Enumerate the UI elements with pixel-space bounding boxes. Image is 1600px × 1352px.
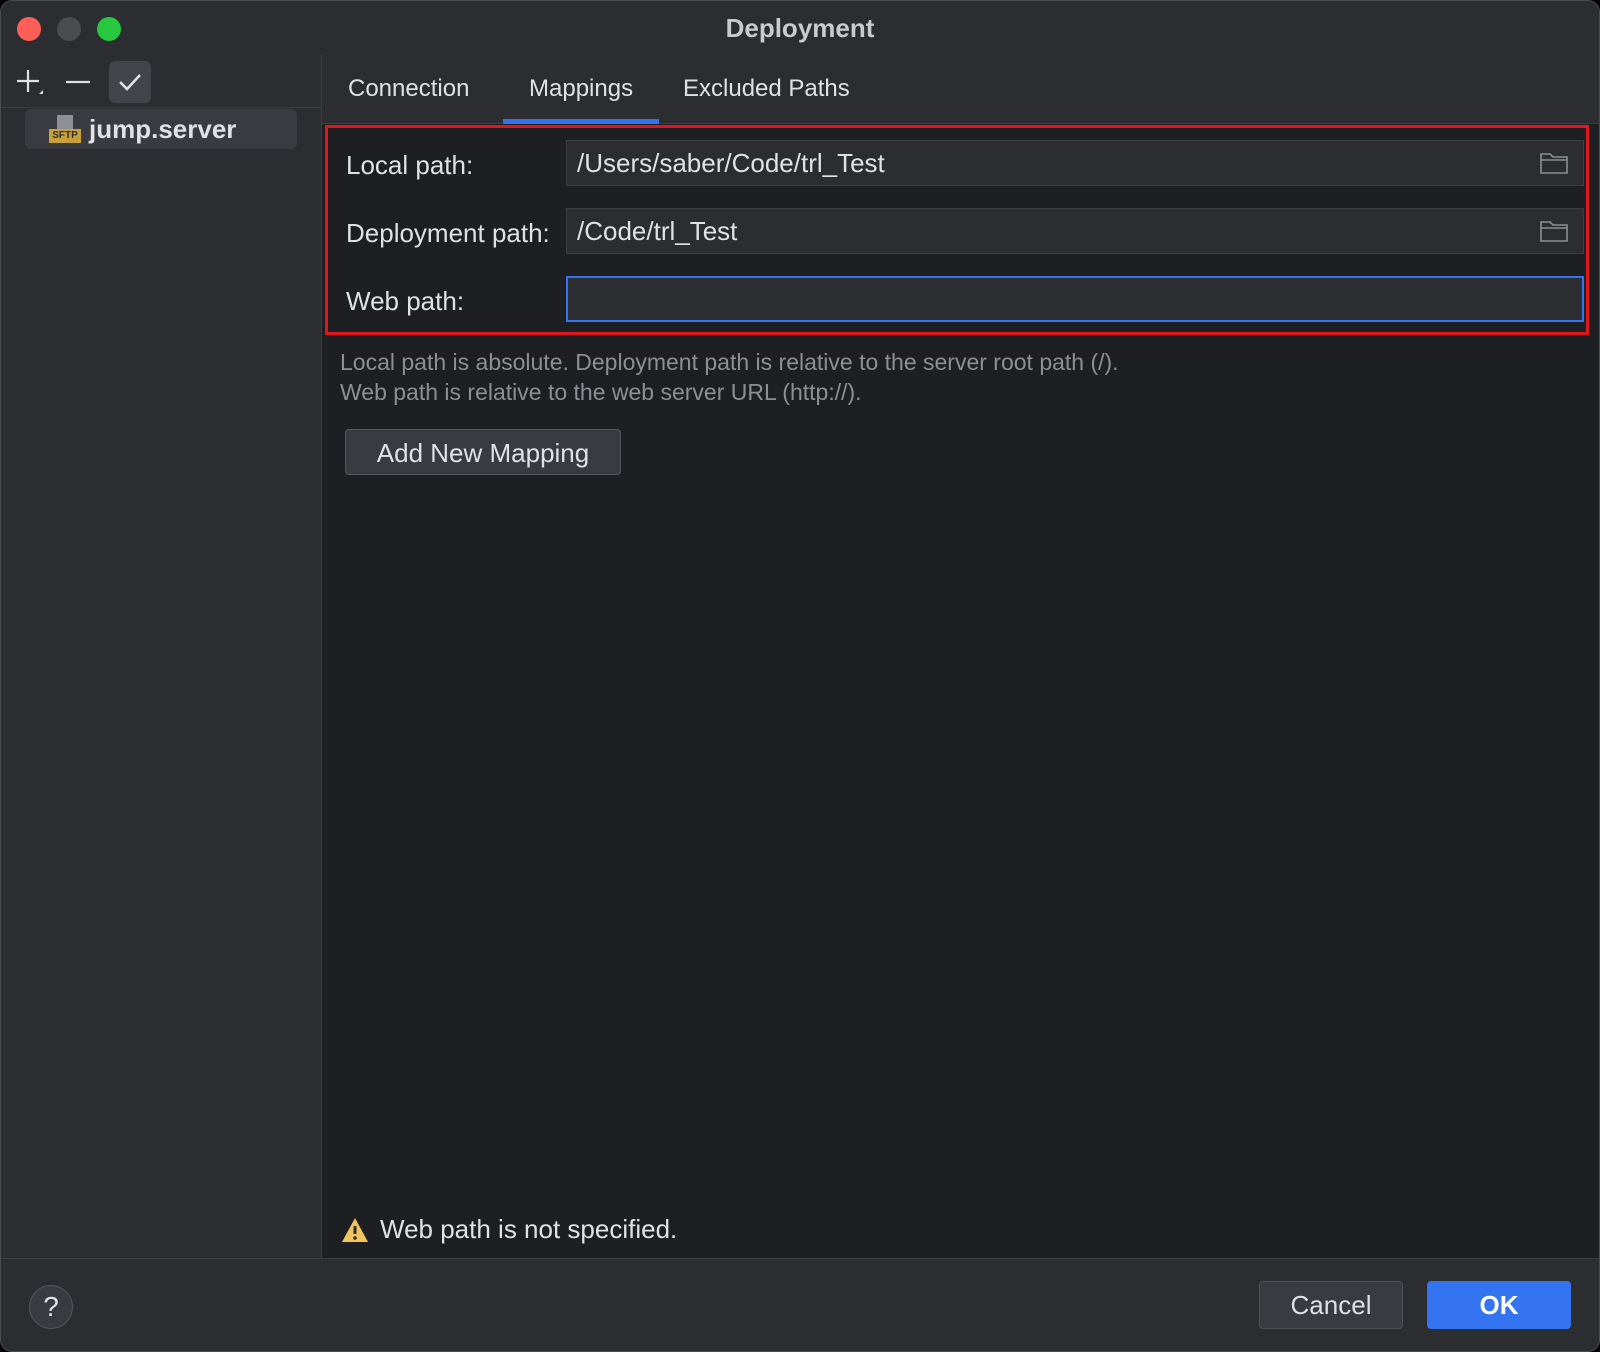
web-path-label: Web path:	[346, 286, 465, 316]
active-tab-indicator	[503, 119, 660, 124]
warning-icon	[342, 1217, 368, 1242]
hint-line-1: Local path is absolute. Deployment path …	[340, 349, 1119, 375]
add-new-mapping-button[interactable]: Add New Mapping	[345, 429, 621, 475]
remove-server-button[interactable]	[57, 61, 99, 103]
mapping-hint: Local path is absolute. Deployment path …	[340, 347, 1119, 407]
set-default-server-button[interactable]	[109, 61, 151, 103]
tab-bar: Connection Mappings Excluded Paths	[322, 55, 1599, 124]
plus-icon	[17, 70, 43, 94]
cancel-button[interactable]: Cancel	[1259, 1281, 1403, 1329]
folder-icon[interactable]	[1539, 219, 1569, 243]
title-bar: Deployment	[1, 1, 1599, 55]
local-path-label: Local path:	[346, 150, 474, 180]
tab-excluded-paths[interactable]: Excluded Paths	[657, 55, 876, 123]
validation-warning: Web path is not specified.	[340, 1214, 677, 1245]
window-title: Deployment	[725, 13, 875, 43]
mapping-fields-highlight: Local path: /Users/saber/Code/trl_Test D…	[325, 125, 1589, 335]
minus-icon	[66, 80, 90, 84]
local-path-field[interactable]: /Users/saber/Code/trl_Test	[566, 140, 1584, 186]
local-path-value: /Users/saber/Code/trl_Test	[577, 148, 885, 178]
folder-icon[interactable]	[1539, 151, 1569, 175]
tab-mappings[interactable]: Mappings	[503, 55, 660, 124]
help-button[interactable]: ?	[29, 1285, 73, 1329]
ok-button[interactable]: OK	[1427, 1281, 1571, 1329]
deployment-path-label: Deployment path:	[346, 218, 550, 248]
deployment-dialog: Deployment SFTP jump.server Connection M…	[0, 0, 1600, 1352]
server-list-item[interactable]: SFTP jump.server	[25, 109, 297, 149]
sftp-icon: SFTP	[49, 113, 81, 145]
add-server-button[interactable]	[7, 61, 49, 103]
hint-line-2: Web path is relative to the web server U…	[340, 379, 862, 405]
server-sidebar: SFTP jump.server	[1, 55, 322, 1259]
toolbar-divider	[1, 107, 321, 108]
check-icon	[119, 74, 141, 91]
deployment-path-field[interactable]: /Code/trl_Test	[566, 208, 1584, 254]
tab-mappings-label: Mappings	[529, 75, 634, 102]
settings-panel: Connection Mappings Excluded Paths Local…	[322, 55, 1599, 1259]
warning-text: Web path is not specified.	[380, 1214, 678, 1244]
dialog-footer: ? Cancel OK	[1, 1258, 1599, 1351]
server-label: jump.server	[89, 113, 237, 144]
web-path-input[interactable]	[566, 276, 1584, 322]
tab-connection[interactable]: Connection	[322, 55, 495, 123]
deployment-path-value: /Code/trl_Test	[577, 216, 738, 246]
